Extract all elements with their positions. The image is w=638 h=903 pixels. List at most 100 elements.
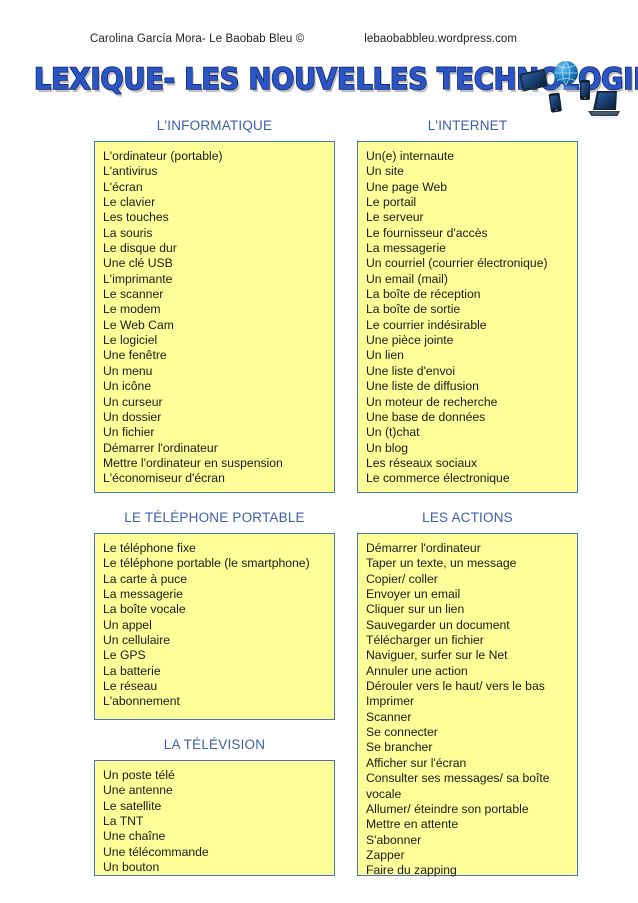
list-box-telephone-portable: Le téléphone fixe Le téléphone portable (… xyxy=(94,533,335,720)
list-item: Une clé USB xyxy=(103,256,173,271)
list-item: Les touches xyxy=(103,210,169,225)
list-item: Un lien xyxy=(366,348,404,363)
list-item: Se brancher xyxy=(366,740,433,755)
list-item: Cliquer sur un lien xyxy=(366,602,465,617)
list-box-actions: Démarrer l'ordinateur Taper un texte, un … xyxy=(357,533,578,879)
list-item: Allumer/ éteindre son portable xyxy=(366,801,529,816)
list-item: Un appel xyxy=(103,617,152,632)
list-item: Une liste de diffusion xyxy=(366,379,479,394)
list-item: Mettre l'ordinateur en suspension xyxy=(103,455,283,470)
list-item: S'abonner xyxy=(366,832,422,847)
list-item: Le téléphone fixe xyxy=(103,541,196,555)
list-item: Une chaîne xyxy=(103,829,166,844)
list-item: Une antenne xyxy=(103,783,173,798)
list-item: Une fenêtre xyxy=(103,348,167,363)
list-item: L'antivirus xyxy=(103,164,158,179)
list-item: Télécharger un fichier xyxy=(366,633,484,648)
list-item: Le modem xyxy=(103,302,161,317)
list-item: Un poste télé xyxy=(103,768,175,782)
list-item: Un blog xyxy=(366,440,409,455)
list-item: La carte à puce xyxy=(103,571,188,586)
list-item: Un bouton xyxy=(103,860,160,875)
list-item: L'ordinateur (portable) xyxy=(103,149,223,163)
list-item: Annuler une action xyxy=(366,663,468,678)
list-item: Sauvegarder un document xyxy=(366,617,510,632)
list-item: L'imprimante xyxy=(103,271,173,286)
list-item: Dérouler vers le haut/ vers le bas xyxy=(366,679,545,694)
list-informatique: L'ordinateur (portable) L'antivirus L'écra… xyxy=(103,149,334,487)
author-credit: Carolina García Mora- Le Baobab Bleu © xyxy=(90,33,305,45)
list-item: La messagerie xyxy=(366,241,446,256)
list-item: Démarrer l'ordinateur xyxy=(366,541,481,555)
list-box-television: Un poste télé Une antenne Le satellite La T… xyxy=(94,760,335,876)
list-item: Un (t)chat xyxy=(366,425,420,440)
list-item: Démarrer l'ordinateur xyxy=(103,440,218,455)
list-telephone-portable: Le téléphone fixe Le téléphone portable (… xyxy=(103,541,334,710)
list-item: Une page Web xyxy=(366,179,448,194)
list-item: L'abonnement xyxy=(103,694,180,709)
list-item: Se connecter xyxy=(366,725,438,740)
list-item: Un(e) internaute xyxy=(366,149,455,163)
heading-television: LA TÉLÉVISION xyxy=(163,737,266,752)
list-item: L'écran xyxy=(103,179,143,194)
document-header: Carolina García Mora- Le Baobab Bleu © l… xyxy=(0,33,638,45)
list-item: Faire du zapping xyxy=(366,863,457,878)
list-item: Un cellulaire xyxy=(103,633,171,648)
title-band: LEXIQUE- LES NOUVELLES TECHNOLOGIES xyxy=(0,58,638,120)
list-item: Un fichier xyxy=(103,425,155,440)
devices-cluster-icon xyxy=(519,60,620,120)
list-item: Copier/ coller xyxy=(366,571,438,586)
list-item: Une liste d'envoi xyxy=(366,363,456,378)
list-item: Une télécommande xyxy=(103,844,209,859)
list-item: Un icône xyxy=(103,379,152,394)
list-item: Un site xyxy=(366,164,404,179)
list-item: Un dossier xyxy=(103,409,162,424)
page-title: LEXIQUE- LES NOUVELLES TECHNOLOGIES xyxy=(33,61,638,97)
list-item: Un courriel (courrier électronique) xyxy=(366,256,548,271)
list-item: L'économiseur d'écran xyxy=(103,471,225,486)
heading-telephone-portable: LE TÉLÉPHONE PORTABLE xyxy=(124,510,305,525)
list-item: Naviguer, surfer sur le Net xyxy=(366,648,508,663)
list-item: Le Web Cam xyxy=(103,317,174,332)
list-item: Taper un texte, un message xyxy=(366,556,517,571)
list-item: Le réseau xyxy=(103,679,158,694)
list-item: Les réseaux sociaux xyxy=(366,455,478,470)
heading-informatique: L'INFORMATIQUE xyxy=(156,118,273,133)
list-item: Le commerce électronique xyxy=(366,471,510,486)
list-item: Un curseur xyxy=(103,394,163,409)
list-item: Zapper xyxy=(366,847,405,862)
list-item: Consulter ses messages/ sa boîte vocale xyxy=(366,771,550,801)
list-item: Le serveur xyxy=(366,210,424,225)
list-item: Le disque dur xyxy=(103,241,177,256)
list-item: Un menu xyxy=(103,363,153,378)
list-item: La TNT xyxy=(103,814,144,829)
list-item: Afficher sur l'écran xyxy=(366,755,467,770)
list-internet: Un(e) internaute Un site Une page Web Le po… xyxy=(366,149,577,487)
list-television: Un poste télé Une antenne Le satellite La T… xyxy=(103,768,334,875)
list-item: Scanner xyxy=(366,709,412,724)
list-item: Le portail xyxy=(366,195,417,210)
list-item: La boîte de réception xyxy=(366,287,481,302)
list-item: Le clavier xyxy=(103,195,156,210)
list-item: La messagerie xyxy=(103,587,183,602)
list-item: Un moteur de recherche xyxy=(366,394,498,409)
list-item: Une pièce jointe xyxy=(366,333,454,348)
list-actions: Démarrer l'ordinateur Taper un texte, un … xyxy=(366,541,577,879)
list-item: Imprimer xyxy=(366,694,415,709)
list-item: Une base de données xyxy=(366,409,486,424)
heading-actions: LES ACTIONS xyxy=(422,510,513,525)
list-item: Le satellite xyxy=(103,798,162,813)
list-box-informatique: L'ordinateur (portable) L'antivirus L'écra… xyxy=(94,141,335,493)
list-item: Le logiciel xyxy=(103,333,158,348)
heading-internet: L'INTERNET xyxy=(427,118,508,133)
list-item: Envoyer un email xyxy=(366,587,461,602)
list-item: Le scanner xyxy=(103,287,164,302)
list-item: Mettre en attente xyxy=(366,817,459,832)
list-item: Un email (mail) xyxy=(366,271,448,286)
website-url: lebaobabbleu.wordpress.com xyxy=(364,33,518,45)
list-item: La boîte vocale xyxy=(103,602,186,617)
list-item: La boîte de sortie xyxy=(366,302,461,317)
list-item: Le téléphone portable (le smartphone) xyxy=(103,556,310,571)
list-item: Le GPS xyxy=(103,648,146,663)
list-item: Le fournisseur d'accès xyxy=(366,225,488,240)
